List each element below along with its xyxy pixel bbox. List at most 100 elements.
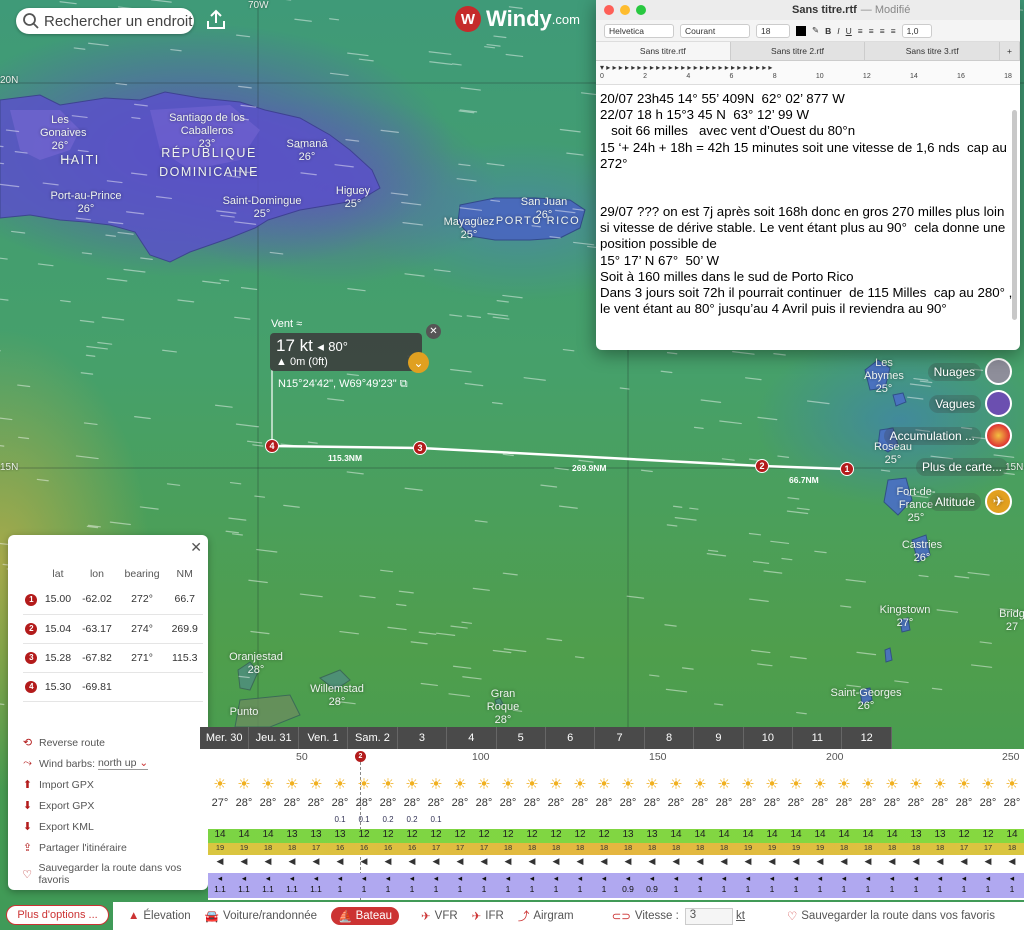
place-label[interactable]: Saint-Georges 26° (831, 687, 902, 713)
place-label[interactable]: HAITI (60, 154, 99, 167)
bold-button[interactable]: B (825, 26, 831, 36)
forecast-table[interactable]: 50 100 150 200 250 2 ☀ ☀ ☀ ☀ ☀ ☀ ☀ ☀ ☀ ☀ ☀ ☀ ☀ ☀ ☀ ☀ ☀ ☀ ☀… (208, 749, 1024, 900)
place-label[interactable]: Kingstown 27° (880, 604, 931, 630)
tab-document-1[interactable]: Sans titre.rtf (596, 42, 731, 60)
table-row[interactable]: 2 15.04 -63.17 274° 269.9 (23, 614, 203, 644)
editor-titlebar[interactable]: Sans titre.rtf — Modifié (596, 0, 1020, 20)
day-label[interactable]: 6 (546, 727, 596, 749)
font-size-select[interactable]: 18 (756, 23, 790, 38)
day-label[interactable]: Jeu. 31 (249, 727, 299, 749)
day-label[interactable]: 8 (645, 727, 695, 749)
search-input[interactable]: Rechercher un endroit (44, 13, 192, 30)
share-route-button[interactable]: ⇪ Partager l'itinéraire (21, 841, 127, 855)
chevron-down-icon[interactable]: ⌄ (408, 352, 429, 373)
table-row[interactable]: 3 15.28 -67.82 271° 115.3 (23, 643, 203, 673)
align-left-icon[interactable]: ≡ (858, 26, 863, 36)
share-icon[interactable] (204, 8, 228, 32)
route-waypoint-4[interactable]: 4 (265, 439, 279, 453)
place-label[interactable]: Willemstad 28° (310, 683, 364, 709)
close-icon[interactable]: ✕ (190, 539, 202, 556)
export-kml-button[interactable]: ⬇ Export KML (21, 820, 94, 834)
place-label[interactable]: Les Gonaives 26° (40, 114, 86, 153)
table-row[interactable]: 4 15.30 -69.81 (23, 672, 203, 702)
close-window-button[interactable] (604, 5, 614, 15)
export-gpx-button[interactable]: ⬇ Export GPX (21, 799, 95, 813)
forecast-days-bar[interactable]: Mer. 30 Jeu. 31 Ven. 1 Sam. 2 3 4 5 6 7 … (200, 727, 892, 749)
search-bar[interactable]: Rechercher un endroit (16, 8, 194, 34)
day-label[interactable]: 12 (842, 727, 892, 749)
mode-boat[interactable]: ⛵ Bateau (331, 907, 400, 925)
day-label[interactable]: 7 (595, 727, 645, 749)
layer-clouds[interactable]: Nuages (927, 358, 1012, 385)
place-label[interactable]: Port-au-Prince 26° (51, 190, 122, 216)
wind-barbs-select[interactable]: north up ⌄ (97, 757, 149, 770)
place-label[interactable]: Oranjestad 28° (229, 651, 283, 677)
document-body[interactable]: 20/07 23h45 14° 55’ 409N 62° 02’ 877 W 2… (596, 85, 1020, 323)
day-label[interactable]: 4 (447, 727, 497, 749)
place-label[interactable]: Samaná 26° (287, 138, 328, 164)
day-label[interactable]: 10 (744, 727, 794, 749)
place-label[interactable]: Gran Roque 28° (483, 688, 523, 727)
place-label[interactable]: Saint-Domingue 25° (223, 195, 302, 221)
windy-logo[interactable]: W Windy .com (455, 6, 580, 32)
tab-document-2[interactable]: Sans titre 2.rtf (731, 42, 866, 60)
minimize-window-button[interactable] (620, 5, 630, 15)
reverse-route-button[interactable]: ⟲ Reverse route (21, 736, 105, 750)
mode-elevation[interactable]: ▲ Élevation (128, 910, 191, 922)
ruler[interactable]: 0 2 4 6 8 10 12 14 16 18 ▾ ▸ ▸ ▸ ▸ ▸ ▸ ▸ ▸ ▸ ▸ ▸ … (596, 61, 1020, 85)
popup-coords[interactable]: N15°24'42", W69°49'23" ⧉ (278, 378, 408, 391)
day-label[interactable]: 3 (398, 727, 448, 749)
mode-ifr[interactable]: ✈ IFR (472, 909, 504, 923)
day-label[interactable]: 9 (694, 727, 744, 749)
waypoint-marker[interactable]: 2 (355, 751, 366, 762)
more-layers-button[interactable]: Plus de carte... (915, 458, 1012, 476)
speed-unit[interactable]: kt (736, 910, 745, 922)
place-label[interactable]: Bridg 27 (999, 608, 1024, 634)
underline-button[interactable]: U (846, 26, 852, 36)
day-label[interactable]: Ven. 1 (299, 727, 349, 749)
table-row[interactable]: 1 15.00 -62.02 272° 66.7 (23, 585, 203, 615)
highlight-icon[interactable]: ✎ (812, 25, 819, 36)
save-favorite-button[interactable]: ♡ Sauvegarder la route dans vos favoris (787, 909, 995, 923)
route-waypoint-2[interactable]: 2 (755, 459, 769, 473)
route-waypoint-1[interactable]: 1 (840, 462, 854, 476)
toggle-icon[interactable]: ⊂⊃ (612, 909, 631, 923)
sun-icon: ☀ (405, 776, 419, 793)
align-center-icon[interactable]: ≡ (869, 26, 874, 36)
day-label[interactable]: 11 (793, 727, 843, 749)
font-family-select[interactable]: Helvetica (604, 23, 674, 38)
tab-document-3[interactable]: Sans titre 3.rtf (865, 42, 1001, 60)
layer-waves[interactable]: Vagues (929, 390, 1012, 417)
mode-vfr[interactable]: ✈ VFR (421, 909, 458, 923)
day-label[interactable]: 5 (497, 727, 546, 749)
zoom-window-button[interactable] (636, 5, 646, 15)
place-label[interactable]: Mayagüez 25° (444, 216, 495, 242)
place-label[interactable]: Castries 26° (902, 539, 942, 565)
day-label[interactable]: Mer. 30 (200, 727, 250, 749)
speed-input[interactable]: 3 (684, 907, 733, 925)
copy-icon[interactable]: ⧉ (400, 378, 408, 390)
line-spacing-select[interactable]: 1,0 (901, 23, 932, 38)
save-route-button[interactable]: ♡ Sauvegarder la route dans vos favoris (21, 862, 208, 886)
import-gpx-button[interactable]: ⬆ Import GPX (21, 778, 94, 792)
more-options-button[interactable]: Plus d'options ... (6, 905, 109, 925)
layer-accumulation[interactable]: Accumulation ... (883, 422, 1012, 449)
day-label[interactable]: Sam. 2 (348, 727, 398, 749)
align-right-icon[interactable]: ≡ (880, 26, 885, 36)
font-style-select[interactable]: Courant (680, 23, 750, 38)
editor-scrollbar[interactable] (1012, 110, 1017, 320)
popup-close-button[interactable]: ✕ (426, 324, 441, 339)
new-tab-button[interactable]: + (1000, 42, 1020, 60)
place-label[interactable]: Higuey 25° (336, 185, 370, 211)
wind-popup[interactable]: 17 kt ◂ 80° ▲ 0m (0ft) (270, 333, 422, 371)
justify-icon[interactable]: ≡ (891, 26, 896, 36)
italic-button[interactable]: I (837, 26, 839, 36)
place-label[interactable]: Punto (230, 706, 259, 719)
text-editor-window[interactable]: Sans titre.rtf — Modifié Helvetica Couran… (596, 0, 1020, 350)
layer-altitude[interactable]: Altitude ✈ (928, 488, 1012, 515)
mode-car[interactable]: 🚘 Voiture/randonnée (205, 909, 317, 923)
mode-airgram[interactable]: ⤴ Airgram (518, 908, 574, 924)
place-label[interactable]: Les Abymes 25° (864, 357, 904, 396)
text-color-button[interactable] (796, 25, 806, 36)
route-waypoint-3[interactable]: 3 (413, 441, 427, 455)
